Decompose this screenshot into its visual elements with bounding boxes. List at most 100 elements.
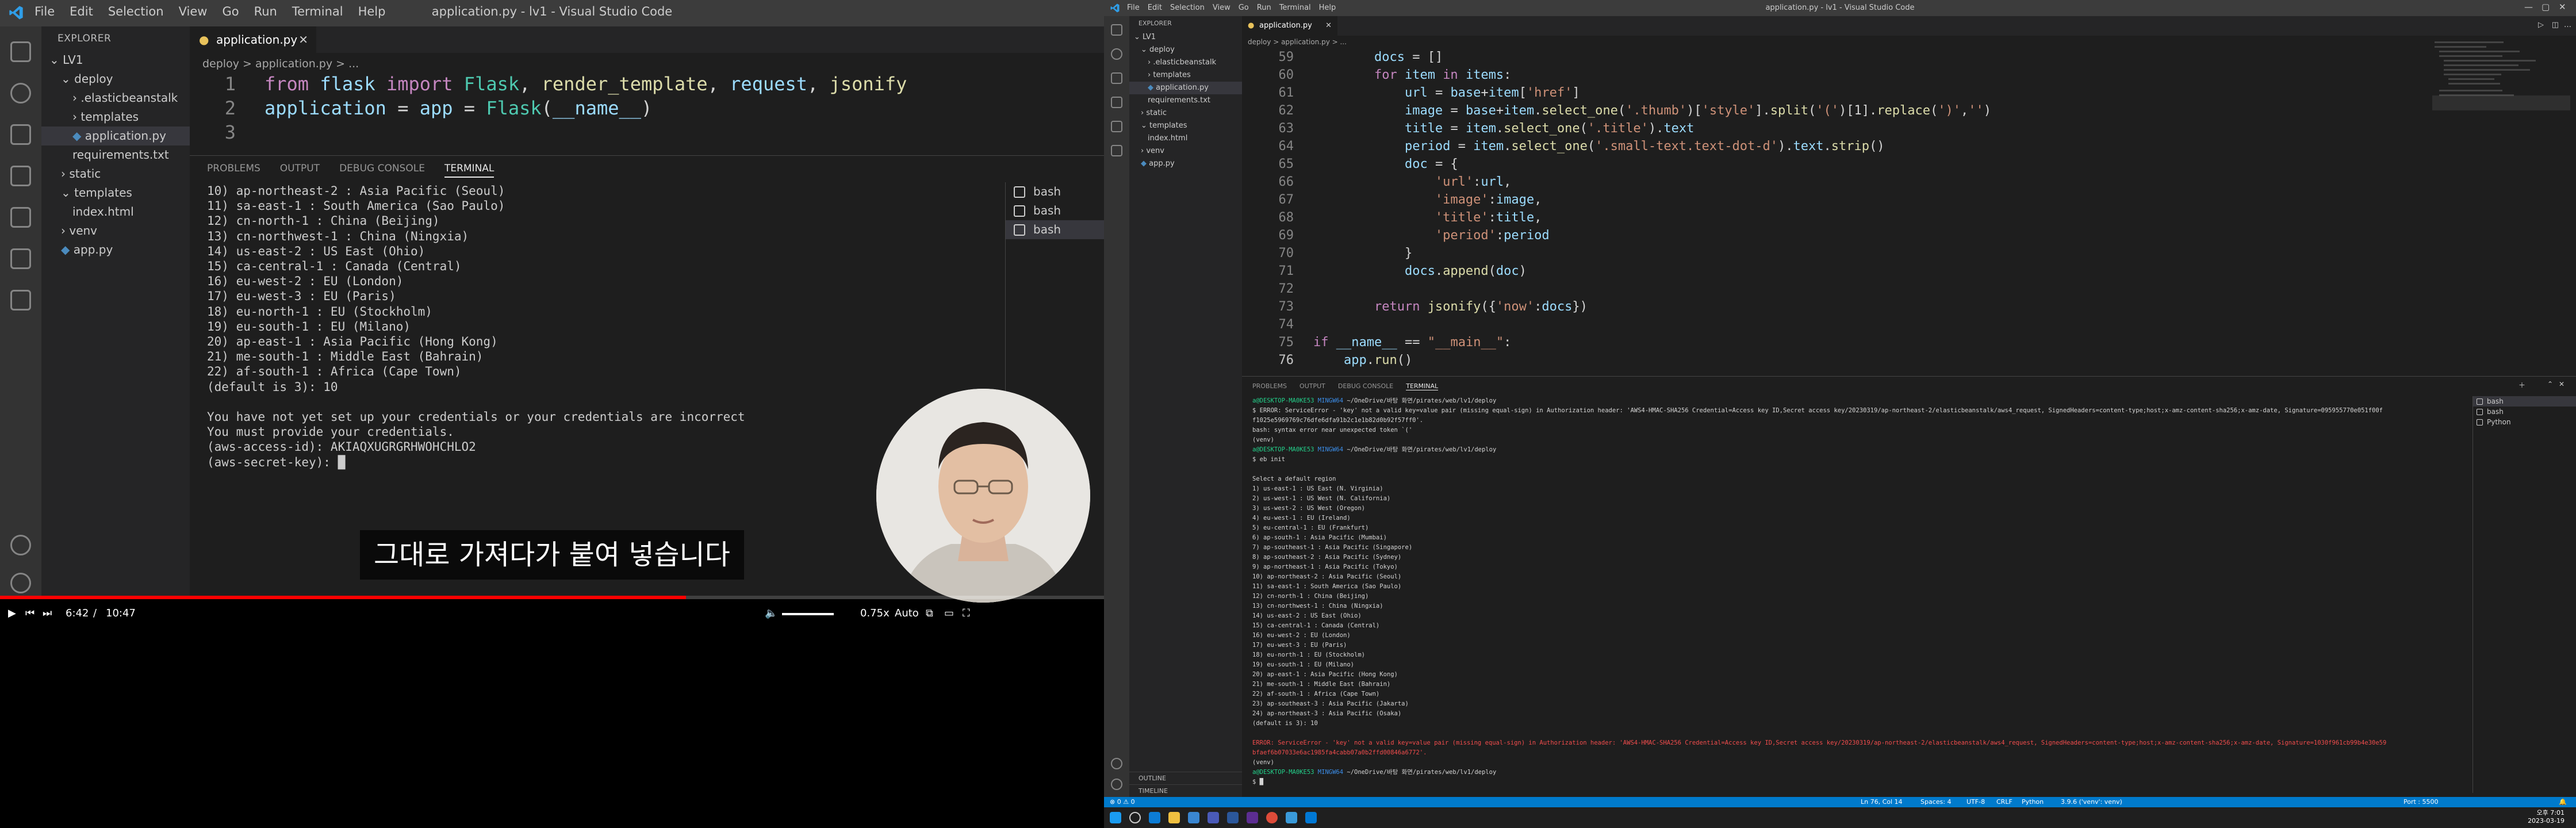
panel-tab-debug-console[interactable]: DEBUG CONSOLE [1338,382,1393,390]
account-icon[interactable] [1111,758,1122,769]
tree-item[interactable]: ◆ app.py [41,240,190,259]
maximize-panel-icon[interactable]: ⌃ [2547,380,2553,388]
tree-item[interactable]: › venv [1129,145,1242,158]
tree-item[interactable]: ◆ application.py [1129,82,1242,94]
terminal-instance[interactable]: bash [1006,201,1104,220]
terminal-token: ~/OneDrive/바탕 화면/pirates/web/lv1/deploy [1347,769,1497,776]
line-ending[interactable]: CRLF [1996,798,2012,806]
tree-item[interactable]: ⌄ LV1 [1129,31,1242,44]
search-icon[interactable] [1111,48,1122,60]
tree-item[interactable]: ⌄ deploy [41,70,190,89]
manage-gear-icon[interactable] [1111,779,1122,790]
code-token: , [1960,103,1969,118]
captions-icon[interactable]: ⧉ [926,607,933,619]
vscode-taskbar-icon[interactable] [1305,812,1317,823]
editor-tab[interactable]: ● application.py ✕ [1242,16,1337,36]
files-icon[interactable] [1111,24,1122,36]
more-actions-icon[interactable]: … [2564,21,2571,29]
volume-slider[interactable] [782,613,834,615]
edge-icon[interactable] [1149,812,1160,823]
outline-section[interactable]: OUTLINE [1129,772,1242,784]
theater-mode-icon[interactable]: ▭ [944,607,954,619]
notifications-icon[interactable]: 🔔 [2559,798,2567,806]
chrome-icon[interactable] [1266,812,1278,823]
terminal-icon [1014,205,1025,217]
new-terminal-icon[interactable]: ＋ [2518,380,2525,390]
timeline-section[interactable]: TIMELINE [1129,784,1242,797]
tree-item[interactable]: requirements.txt [1129,94,1242,107]
test-icon[interactable] [1111,145,1122,156]
taskbar-search-icon[interactable] [1129,812,1141,823]
teams-icon[interactable] [1208,812,1219,823]
close-panel-icon[interactable]: ✕ [2559,380,2564,388]
fullscreen-icon[interactable]: ⛶ [963,607,970,619]
quality-setting[interactable]: Auto [895,607,919,619]
minimap[interactable] [2432,38,2570,383]
panel-tab-output[interactable]: OUTPUT [1300,382,1325,390]
terminal-line: 1) us-east-1 : US East (N. Virginia) [1252,484,2460,494]
split-editor-icon[interactable]: ◫ [2552,21,2559,29]
close-icon[interactable]: ✕ [1325,16,1332,36]
tree-item[interactable]: › .elasticbeanstalk [1129,56,1242,69]
terminal-instance[interactable]: bash [2473,407,2576,417]
source-control-icon[interactable] [1111,72,1122,84]
terminal-instance[interactable]: bash [2473,396,2576,407]
terminal-instance[interactable]: bash [1006,182,1104,201]
chevron-right-icon: › [61,167,70,181]
maximize-icon[interactable]: ▢ [2542,2,2550,12]
tree-item[interactable]: › templates [1129,69,1242,82]
tree-item[interactable]: › venv [41,221,190,240]
python-interpreter[interactable]: 3.9.6 ('venv': venv) [2061,798,2122,806]
breadcrumb[interactable]: deploy > application.py > ... [1248,38,1347,46]
live-server-port[interactable]: Port : 5500 [2404,798,2439,806]
language-mode[interactable]: Python [2022,798,2044,806]
panel-tab-terminal[interactable]: TERMINAL [1406,382,1439,390]
code-token: select_one [1542,103,1618,118]
run-debug-icon[interactable] [1111,97,1122,108]
tree-item[interactable]: ◆ app.py [1129,158,1242,170]
close-window-icon[interactable]: ✕ [2559,2,2566,12]
word-icon[interactable] [1227,812,1239,823]
indentation[interactable]: Spaces: 4 [1920,798,1951,806]
windows-start-icon[interactable] [1110,812,1121,823]
tree-item[interactable]: ◆ application.py [41,126,190,145]
play-icon[interactable]: ▶ [8,607,16,619]
system-clock[interactable]: 오후 7:01 2023-03-19 [2528,809,2564,825]
minimize-icon[interactable]: — [2524,2,2533,12]
video-player[interactable]: File Edit Selection View Go Run Terminal Help a… [0,0,1104,828]
tree-item[interactable]: index.html [1129,132,1242,145]
file-icon: ◆ [1148,83,1156,92]
terminal-instance[interactable]: Python [2473,417,2576,427]
tree-item[interactable]: index.html [41,202,190,221]
tree-item[interactable]: › static [1129,107,1242,120]
photos-icon[interactable] [1286,812,1297,823]
tree-item[interactable]: › .elasticbeanstalk [41,89,190,108]
previous-icon[interactable]: ⏮ [25,607,34,619]
file-explorer-icon[interactable] [1168,812,1180,823]
tree-item[interactable]: › templates [41,108,190,126]
problems-status[interactable]: ⊗ 0 ⚠ 0 [1110,798,1135,806]
tree-item-label: templates [74,186,132,200]
next-icon[interactable]: ⏭ [43,607,52,619]
tree-item[interactable]: ⌄ LV1 [41,51,190,70]
volume-icon[interactable]: 🔈 [765,607,777,619]
terminal-line: ERROR: ServiceError - 'key' not a valid … [1252,738,2460,748]
encoding[interactable]: UTF-8 [1966,798,1985,806]
tree-item[interactable]: requirements.txt [41,145,190,164]
visual-studio-icon[interactable] [1247,812,1258,823]
run-file-icon[interactable]: ▷ [2538,21,2544,29]
terminal-instance[interactable]: bash [1006,220,1104,239]
tree-item[interactable]: › static [41,164,190,183]
playback-speed[interactable]: 0.75x [860,607,890,619]
mail-icon[interactable] [1188,812,1199,823]
terminal-output[interactable]: a@DESKTOP-MA0KE53 MINGW64 ~/OneDrive/바탕 … [1252,396,2460,787]
tree-item[interactable]: ⌄ templates [1129,120,1242,132]
extensions-icon[interactable] [1111,121,1122,132]
cursor-position[interactable]: Ln 76, Col 14 [1861,798,1903,806]
tree-item[interactable]: ⌄ templates [41,183,190,202]
tree-item[interactable]: ⌄ deploy [1129,44,1242,56]
terminal-token: 2) us-west-1 : US West (N. California) [1252,495,1391,502]
panel-tab-problems[interactable]: PROBLEMS [1252,382,1287,390]
